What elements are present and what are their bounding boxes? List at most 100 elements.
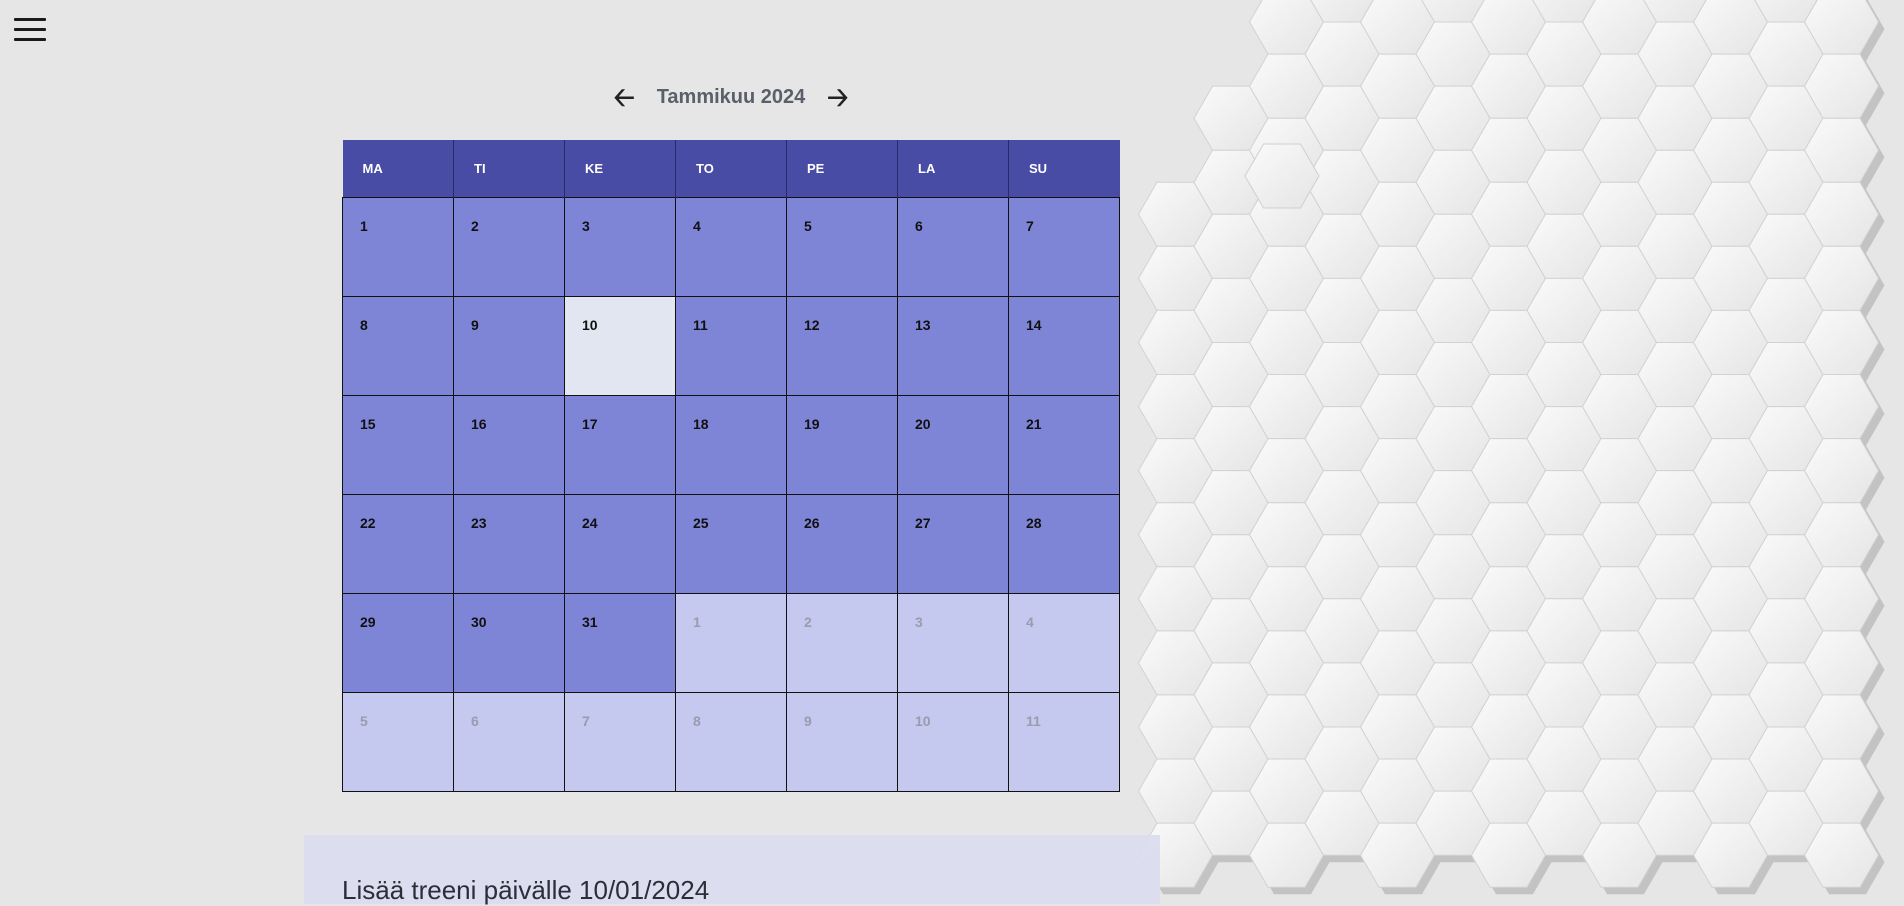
weekday-header: MA (342, 140, 454, 198)
calendar-day[interactable]: 16 (453, 395, 565, 495)
day-number: 3 (582, 218, 590, 234)
calendar-day[interactable]: 1 (342, 197, 454, 297)
calendar-day[interactable]: 20 (897, 395, 1009, 495)
calendar-day-other-month[interactable]: 1 (675, 593, 787, 693)
day-number: 3 (915, 614, 923, 630)
calendar-day[interactable]: 15 (342, 395, 454, 495)
day-number: 5 (360, 713, 368, 729)
day-number: 13 (915, 317, 931, 333)
calendar-day-other-month[interactable]: 3 (897, 593, 1009, 693)
calendar-week-row: 8 9 10 11 12 13 14 (342, 296, 1120, 396)
calendar-day[interactable]: 28 (1008, 494, 1120, 594)
day-number: 2 (471, 218, 479, 234)
calendar-day-other-month[interactable]: 7 (564, 692, 676, 792)
arrow-left-icon[interactable]: 🡠 (614, 84, 635, 110)
day-number: 24 (582, 515, 598, 531)
day-number: 16 (471, 416, 487, 432)
calendar-day-today[interactable]: 10 (564, 296, 676, 396)
day-number: 6 (915, 218, 923, 234)
calendar-day[interactable]: 5 (786, 197, 898, 297)
day-number: 4 (693, 218, 701, 234)
calendar-day[interactable]: 24 (564, 494, 676, 594)
calendar-day[interactable]: 17 (564, 395, 676, 495)
calendar-day[interactable]: 27 (897, 494, 1009, 594)
calendar-week-row: 1 2 3 4 5 6 7 (342, 197, 1120, 297)
calendar-week-row: 29 30 31 1 2 3 4 (342, 593, 1120, 693)
calendar-day[interactable]: 12 (786, 296, 898, 396)
calendar-day[interactable]: 25 (675, 494, 787, 594)
day-number: 8 (360, 317, 368, 333)
day-number: 22 (360, 515, 376, 531)
day-number: 15 (360, 416, 376, 432)
day-number: 26 (804, 515, 820, 531)
calendar-day-other-month[interactable]: 4 (1008, 593, 1120, 693)
calendar-day-other-month[interactable]: 2 (786, 593, 898, 693)
calendar-day-other-month[interactable]: 5 (342, 692, 454, 792)
calendar-day-other-month[interactable]: 10 (897, 692, 1009, 792)
calendar-day[interactable]: 26 (786, 494, 898, 594)
day-number: 25 (693, 515, 709, 531)
calendar-day-other-month[interactable]: 6 (453, 692, 565, 792)
day-number: 10 (582, 317, 598, 333)
day-number: 11 (693, 317, 708, 333)
calendar-day[interactable]: 13 (897, 296, 1009, 396)
calendar-day[interactable]: 29 (342, 593, 454, 693)
arrow-right-icon[interactable]: 🡢 (827, 84, 848, 110)
hamburger-menu-icon[interactable] (14, 18, 46, 44)
day-number: 10 (915, 713, 931, 729)
calendar-day-other-month[interactable]: 9 (786, 692, 898, 792)
day-number: 18 (693, 416, 709, 432)
calendar-day[interactable]: 11 (675, 296, 787, 396)
calendar-day-other-month[interactable]: 11 (1008, 692, 1120, 792)
calendar-day[interactable]: 23 (453, 494, 565, 594)
day-number: 21 (1026, 416, 1042, 432)
day-number: 5 (804, 218, 812, 234)
day-number: 2 (804, 614, 812, 630)
day-number: 4 (1026, 614, 1034, 630)
day-number: 12 (804, 317, 820, 333)
day-number: 30 (471, 614, 487, 630)
day-number: 31 (582, 614, 598, 630)
day-number: 17 (582, 416, 598, 432)
calendar-day[interactable]: 14 (1008, 296, 1120, 396)
calendar-day-other-month[interactable]: 8 (675, 692, 787, 792)
calendar-day[interactable]: 21 (1008, 395, 1120, 495)
calendar-day[interactable]: 22 (342, 494, 454, 594)
day-number: 19 (804, 416, 820, 432)
weekday-header: PE (786, 140, 898, 198)
calendar-week-row: 15 16 17 18 19 20 21 (342, 395, 1120, 495)
calendar-week-row: 5 6 7 8 9 10 11 (342, 692, 1120, 792)
day-number: 23 (471, 515, 487, 531)
calendar-day[interactable]: 3 (564, 197, 676, 297)
calendar-day[interactable]: 2 (453, 197, 565, 297)
month-label: Tammikuu 2024 (656, 85, 806, 108)
add-workout-title: Lisää treeni päivälle 10/01/2024 (342, 875, 710, 905)
day-number: 1 (360, 218, 368, 234)
month-navigation: 🡠 Tammikuu 2024 🡢 (0, 84, 1462, 111)
calendar-day[interactable]: 18 (675, 395, 787, 495)
calendar-week-row: 22 23 24 25 26 27 28 (342, 494, 1120, 594)
day-number: 9 (804, 713, 812, 729)
day-number: 14 (1026, 317, 1042, 333)
day-number: 6 (471, 713, 479, 729)
calendar-day[interactable]: 31 (564, 593, 676, 693)
calendar-day[interactable]: 30 (453, 593, 565, 693)
day-number: 11 (1026, 713, 1041, 729)
weekday-header: KE (564, 140, 676, 198)
day-number: 7 (582, 713, 590, 729)
day-number: 7 (1026, 218, 1034, 234)
calendar-day[interactable]: 4 (675, 197, 787, 297)
weekday-header: TO (675, 140, 787, 198)
day-number: 20 (915, 416, 931, 432)
calendar-day[interactable]: 6 (897, 197, 1009, 297)
day-number: 28 (1026, 515, 1042, 531)
weekday-header: SU (1008, 140, 1120, 198)
add-workout-panel: Lisää treeni päivälle 10/01/2024 (304, 835, 1160, 905)
day-number: 9 (471, 317, 479, 333)
calendar-day[interactable]: 9 (453, 296, 565, 396)
day-number: 1 (693, 614, 701, 630)
day-number: 29 (360, 614, 376, 630)
calendar-day[interactable]: 7 (1008, 197, 1120, 297)
calendar-day[interactable]: 19 (786, 395, 898, 495)
calendar-day[interactable]: 8 (342, 296, 454, 396)
